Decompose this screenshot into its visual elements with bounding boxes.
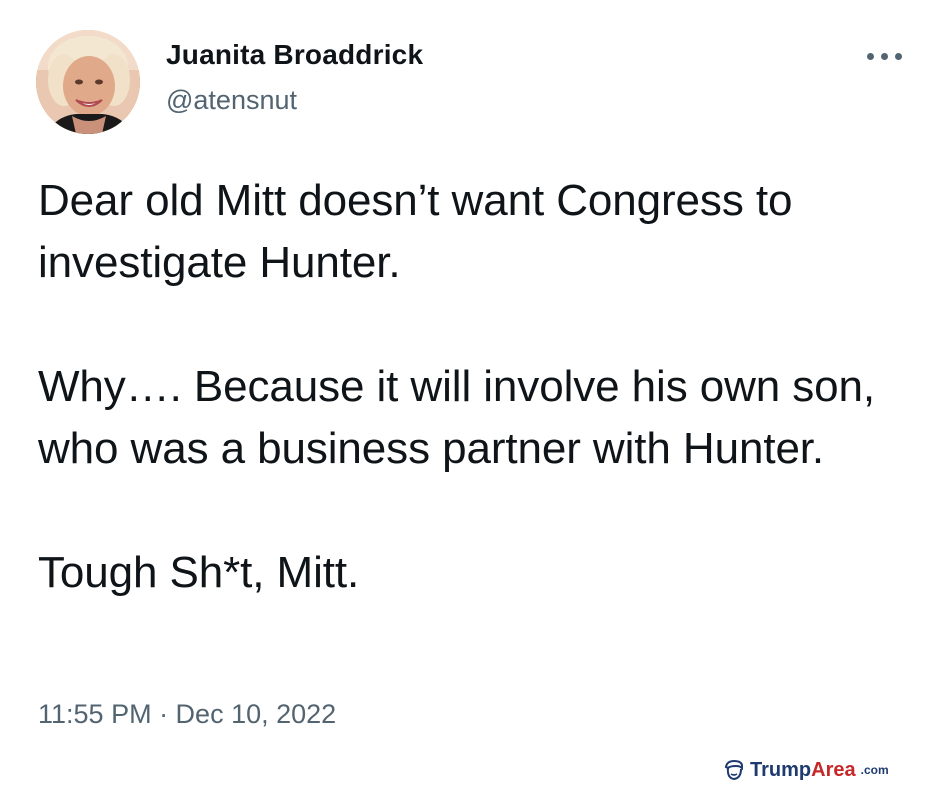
- avatar-image: [36, 30, 140, 134]
- trump-head-icon: [724, 759, 743, 781]
- more-horizontal-icon: [866, 52, 902, 60]
- watermark-text-trump: Trump: [750, 758, 812, 781]
- tweet-card: Juanita Broaddrick @atensnut Dear old Mi…: [0, 0, 940, 785]
- avatar[interactable]: [36, 30, 140, 134]
- author-handle[interactable]: @atensnut: [166, 85, 297, 116]
- watermark-text-area: Area: [811, 758, 856, 781]
- watermark: Trump Area .com: [722, 757, 889, 783]
- tweet-text: Dear old Mitt doesn’t want Congress to i…: [38, 170, 918, 604]
- more-options-button[interactable]: [862, 46, 906, 66]
- tweet-paragraph: Tough Sh*t, Mitt.: [38, 548, 360, 597]
- author-name[interactable]: Juanita Broaddrick: [166, 39, 423, 71]
- tweet-paragraph: Why…. Because it will involve his own so…: [38, 362, 876, 473]
- tweet-paragraph: Dear old Mitt doesn’t want Congress to i…: [38, 176, 793, 287]
- tweet-timestamp[interactable]: 11:55 PM · Dec 10, 2022: [38, 699, 336, 730]
- watermark-text-com: .com: [860, 763, 889, 777]
